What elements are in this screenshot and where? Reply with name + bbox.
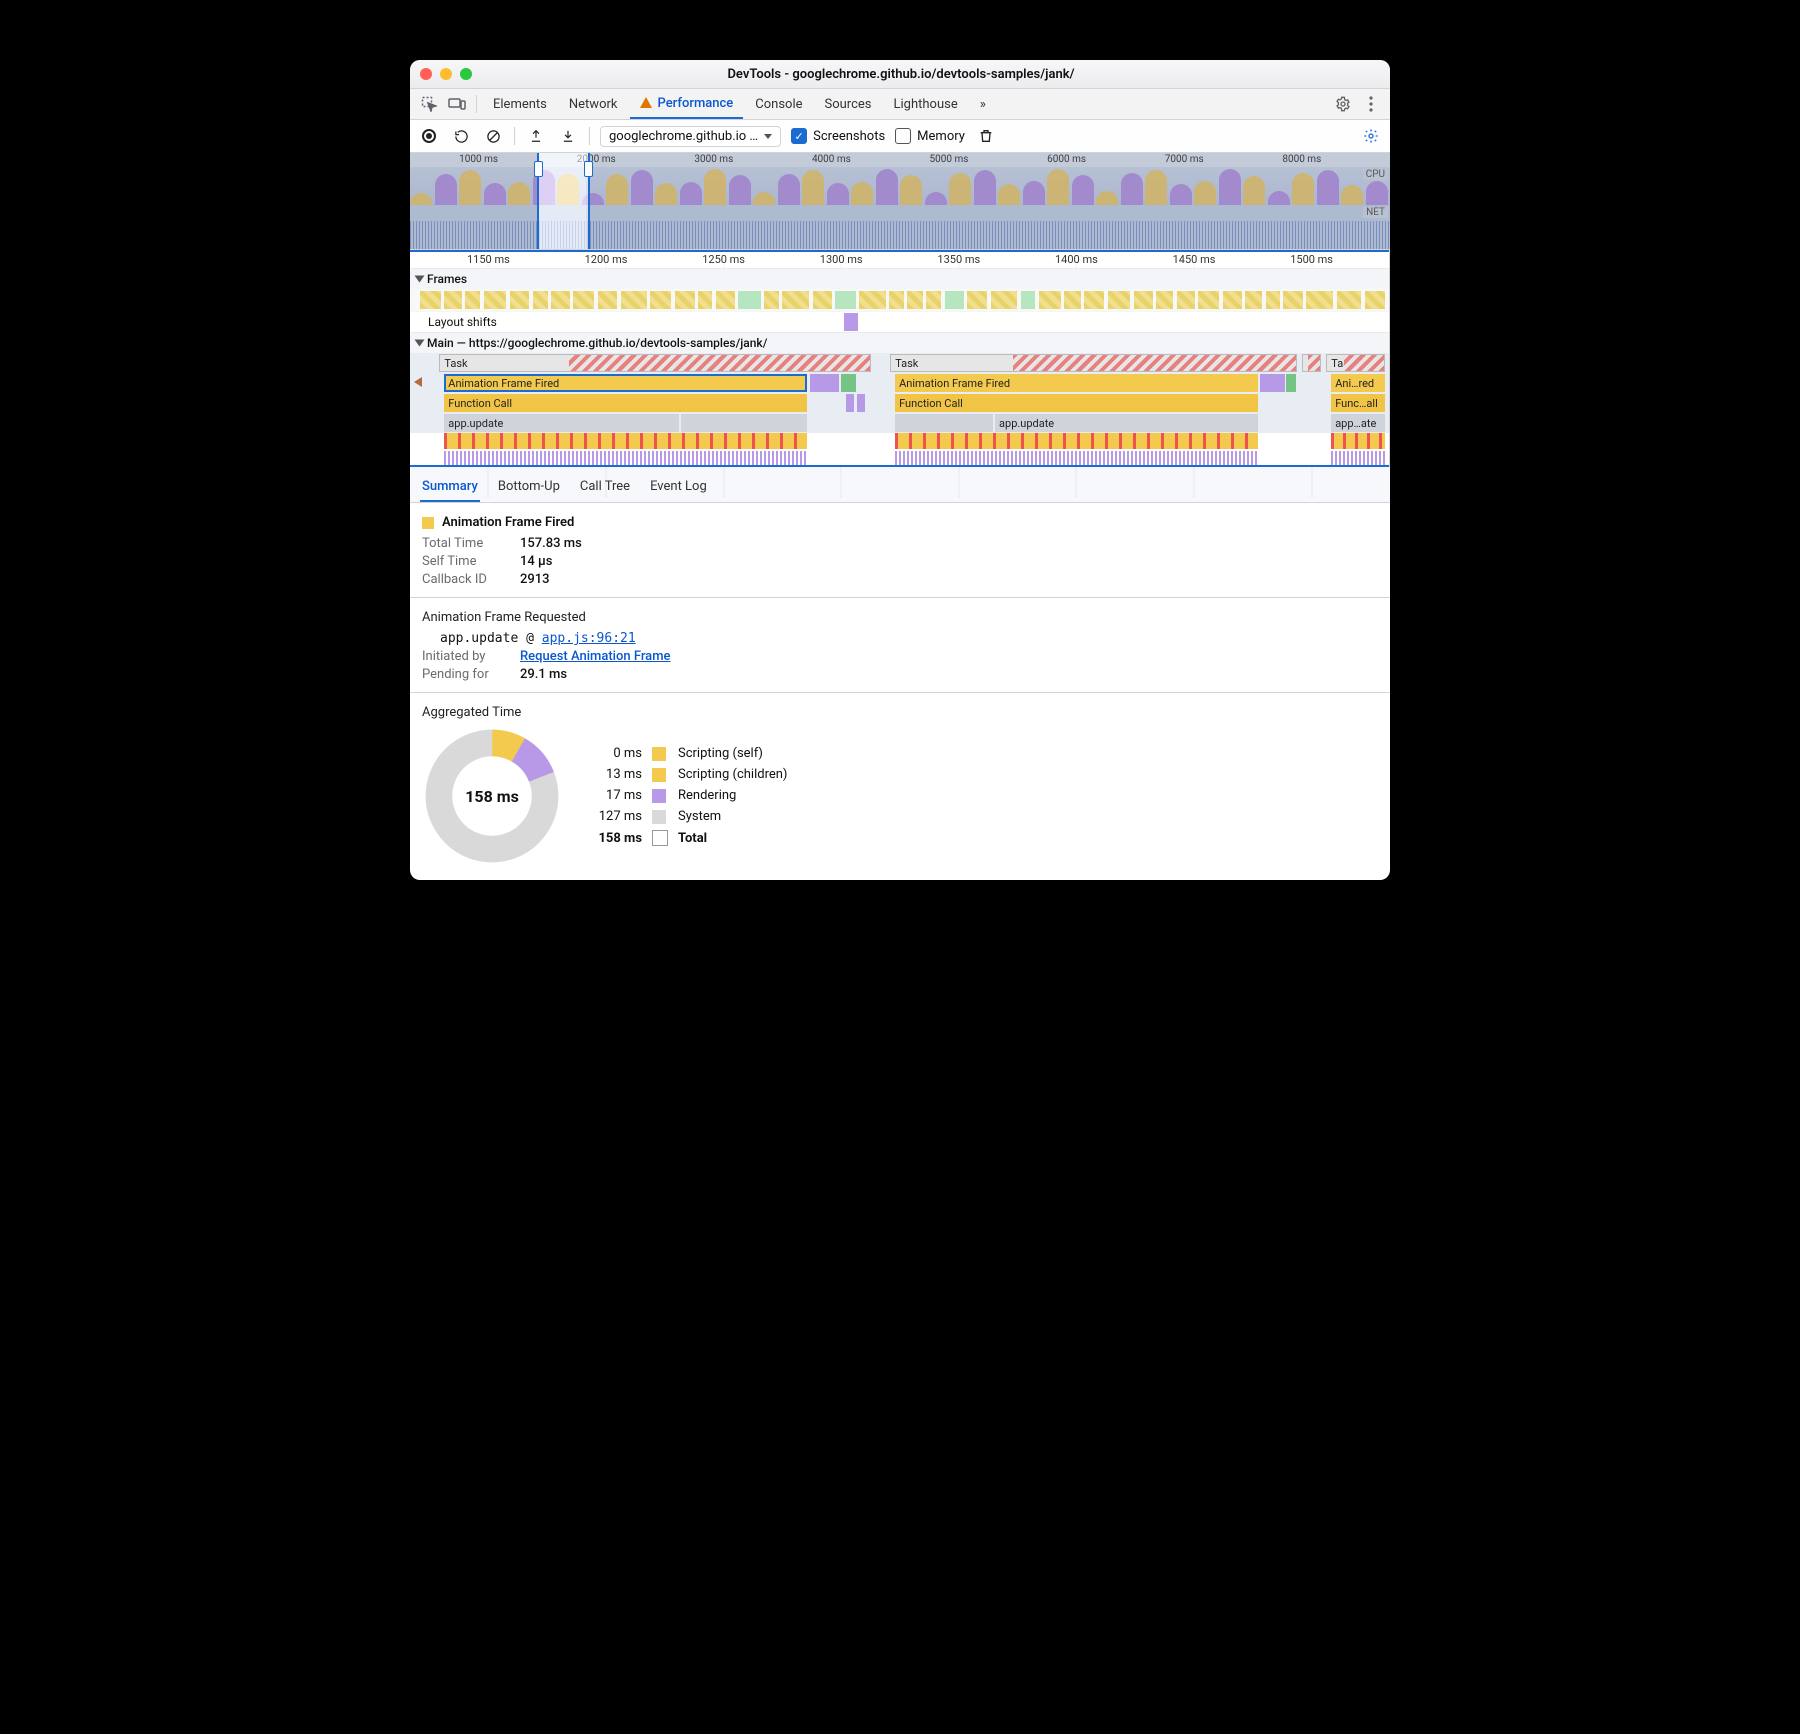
frames-track-header[interactable]: Frames xyxy=(410,268,1390,289)
source-location-link[interactable]: app.js:96:21 xyxy=(542,631,636,646)
self-time-value: 14 µs xyxy=(520,554,552,569)
donut-center-total: 158 ms xyxy=(422,726,562,866)
call-site: app.update @ app.js:96:21 xyxy=(422,631,1378,646)
tab-elements[interactable]: Elements xyxy=(483,91,557,118)
painting-segment[interactable] xyxy=(1286,374,1296,392)
disclosure-triangle-icon xyxy=(415,276,425,283)
tab-lighthouse[interactable]: Lighthouse xyxy=(884,91,968,118)
record-button[interactable] xyxy=(418,125,440,147)
swatch-icon xyxy=(652,747,666,761)
inspect-icon[interactable] xyxy=(416,91,442,117)
panel-tabstrip: Elements Network Performance Console Sou… xyxy=(410,89,1390,120)
task-segment[interactable] xyxy=(1302,354,1322,372)
summary-pane: Animation Frame Fired Total Time157.83 m… xyxy=(410,503,1390,880)
flame-chart[interactable]: 1150 ms 1200 ms 1250 ms 1300 ms 1350 ms … xyxy=(410,250,1390,467)
window-title: DevTools - googlechrome.github.io/devtoo… xyxy=(472,67,1330,82)
overview-dim-left xyxy=(410,153,537,249)
download-icon[interactable] xyxy=(557,125,579,147)
clear-button[interactable] xyxy=(482,125,504,147)
device-toggle-icon[interactable] xyxy=(444,91,470,117)
painting-segment[interactable] xyxy=(841,374,856,392)
frames-lane xyxy=(410,289,1390,311)
task-lane: Task Task Task xyxy=(410,353,1390,373)
settings-gear-icon[interactable] xyxy=(1330,91,1356,117)
tab-summary[interactable]: Summary xyxy=(420,473,480,502)
swatch-icon xyxy=(652,768,666,782)
memory-label: Memory xyxy=(917,129,965,144)
callback-id-value: 2913 xyxy=(520,572,550,587)
flame-ruler: 1150 ms 1200 ms 1250 ms 1300 ms 1350 ms … xyxy=(410,252,1390,268)
tab-network[interactable]: Network xyxy=(559,91,628,118)
screenshots-label: Screenshots xyxy=(813,129,885,144)
overview-selection-handle[interactable] xyxy=(537,153,590,249)
function-call-segment[interactable]: Function Call xyxy=(444,394,807,412)
task-segment[interactable]: Task xyxy=(439,354,870,372)
app-update-segment[interactable]: app.update xyxy=(995,414,1258,432)
function-call-segment[interactable]: Func…all xyxy=(1331,394,1385,412)
tab-console[interactable]: Console xyxy=(745,91,812,118)
tab-sources[interactable]: Sources xyxy=(815,91,882,118)
aff-lane: Animation Frame Fired Animation Frame Fi… xyxy=(410,373,1390,393)
function-call-lane: Function Call Function Call Func…all xyxy=(410,393,1390,413)
pending-for-value: 29.1 ms xyxy=(520,667,567,682)
tabs-overflow[interactable]: » xyxy=(970,91,996,118)
rendering-segment[interactable] xyxy=(1260,374,1285,392)
close-icon[interactable] xyxy=(420,68,432,80)
window-controls xyxy=(420,68,472,80)
function-call-segment[interactable]: Function Call xyxy=(895,394,1258,412)
memory-checkbox[interactable]: Memory xyxy=(895,128,965,144)
task-segment[interactable]: Task xyxy=(1326,354,1385,372)
reload-record-button[interactable] xyxy=(450,125,472,147)
task-segment[interactable]: Task xyxy=(890,354,1297,372)
minimize-icon[interactable] xyxy=(440,68,452,80)
aggregated-time-donut: 158 ms xyxy=(422,726,562,866)
tab-event-log[interactable]: Event Log xyxy=(648,473,709,502)
devtools-window: DevTools - googlechrome.github.io/devtoo… xyxy=(410,60,1390,880)
upload-icon[interactable] xyxy=(525,125,547,147)
overview-dim-right xyxy=(586,153,1390,249)
tab-performance[interactable]: Performance xyxy=(630,90,744,119)
aggregated-time-heading: Aggregated Time xyxy=(422,705,1378,720)
details-tabstrip: Summary Bottom-Up Call Tree Event Log xyxy=(410,467,1390,503)
app-update-segment[interactable]: app.update xyxy=(444,414,679,432)
timeline-overview[interactable]: 1000 ms 2000 ms 3000 ms 4000 ms 5000 ms … xyxy=(410,153,1390,250)
screenshots-checkbox[interactable]: Screenshots xyxy=(791,128,885,144)
animation-frame-fired-segment[interactable]: Animation Frame Fired xyxy=(895,374,1258,392)
swatch-icon xyxy=(652,789,666,803)
aggregated-legend: 0 msScripting (self) 13 msScripting (chi… xyxy=(586,746,787,846)
animation-frame-requested-heading: Animation Frame Requested xyxy=(422,610,1378,625)
checkbox-icon xyxy=(895,128,911,144)
garbage-collect-icon[interactable] xyxy=(975,125,997,147)
layout-shift-marker[interactable] xyxy=(844,313,858,331)
animation-frame-fired-segment[interactable]: Ani…red xyxy=(1331,374,1385,392)
child-stacks xyxy=(410,433,1390,465)
performance-toolbar: googlechrome.github.io … Screenshots Mem… xyxy=(410,120,1390,153)
capture-settings-gear-icon[interactable] xyxy=(1360,125,1382,147)
selection-arrow-icon xyxy=(414,377,422,387)
kebab-menu-icon[interactable] xyxy=(1358,91,1384,117)
zoom-icon[interactable] xyxy=(460,68,472,80)
chevron-down-icon xyxy=(764,134,772,139)
disclosure-triangle-icon xyxy=(415,340,425,347)
scripting-swatch-icon xyxy=(422,517,434,529)
swatch-icon xyxy=(652,810,666,824)
flame-scrollbar[interactable] xyxy=(1389,250,1390,467)
layout-shifts-row: Layout shifts xyxy=(410,311,1390,332)
initiator-link[interactable]: Request Animation Frame xyxy=(520,649,670,664)
swatch-icon xyxy=(652,830,668,846)
total-time-value: 157.83 ms xyxy=(520,536,582,551)
app-update-segment[interactable]: app…ate xyxy=(1331,414,1385,432)
checkbox-checked-icon xyxy=(791,128,807,144)
rendering-segment[interactable] xyxy=(810,374,839,392)
titlebar: DevTools - googlechrome.github.io/devtoo… xyxy=(410,60,1390,89)
recording-selector-label: googlechrome.github.io … xyxy=(609,129,758,144)
recording-selector[interactable]: googlechrome.github.io … xyxy=(600,126,781,147)
summary-event-title: Animation Frame Fired xyxy=(422,515,1378,530)
main-track-header[interactable]: Main — https://googlechrome.github.io/de… xyxy=(410,332,1390,353)
tab-bottom-up[interactable]: Bottom-Up xyxy=(496,473,562,502)
app-update-lane: app.update app.update app…ate xyxy=(410,413,1390,433)
animation-frame-fired-segment[interactable]: Animation Frame Fired xyxy=(444,374,807,392)
